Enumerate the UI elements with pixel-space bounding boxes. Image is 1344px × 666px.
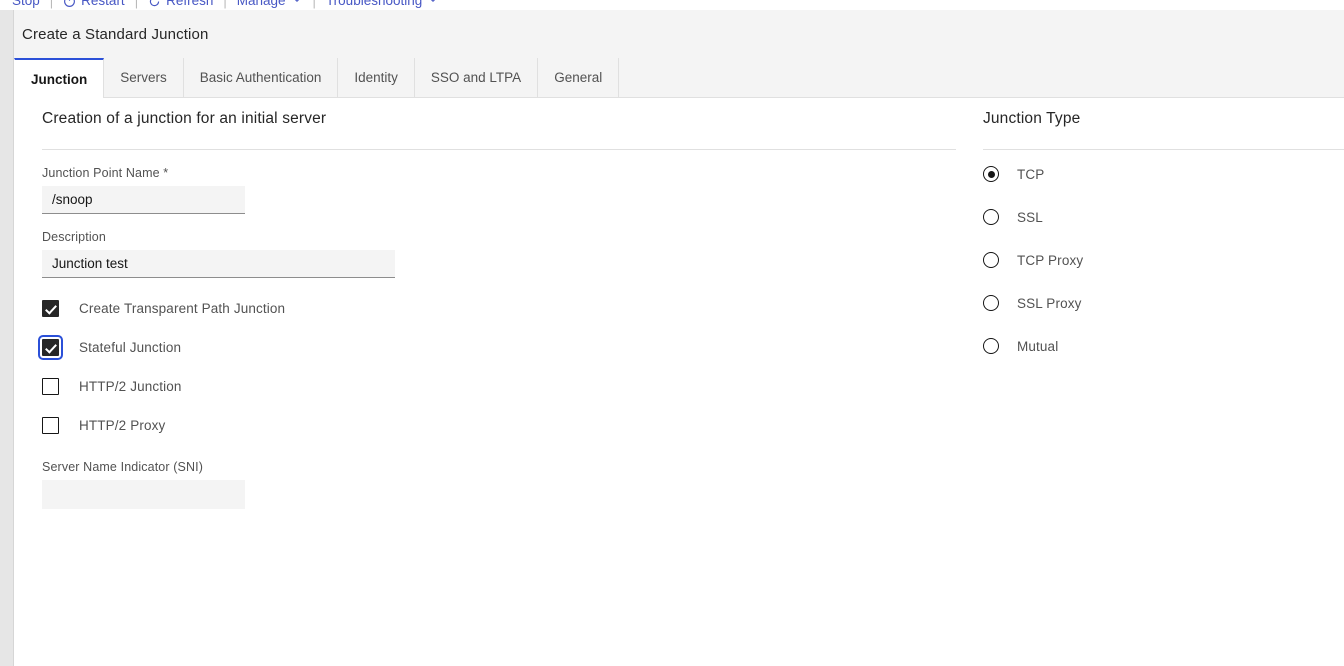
- junction-point-name-input[interactable]: [42, 186, 245, 214]
- checkbox-label: HTTP/2 Junction: [79, 379, 182, 394]
- chevron-down-icon: [291, 0, 303, 10]
- checkbox-checked-icon[interactable]: [42, 300, 59, 317]
- toolbar-item-manage[interactable]: Manage: [231, 0, 309, 10]
- toolbar-separator: |: [131, 0, 142, 9]
- description-input[interactable]: [42, 250, 395, 278]
- sni-label: Server Name Indicator (SNI): [42, 460, 956, 474]
- radio-label: SSL: [1017, 210, 1043, 225]
- left-rail: [0, 10, 14, 666]
- checkbox-http-2-junction[interactable]: HTTP/2 Junction: [42, 378, 956, 395]
- tab-basic-authentication[interactable]: Basic Authentication: [184, 58, 339, 98]
- tab-label: General: [554, 70, 602, 85]
- tab-junction[interactable]: Junction: [14, 58, 104, 98]
- left-section-title: Creation of a junction for an initial se…: [42, 98, 956, 128]
- left-section-divider: [42, 149, 956, 150]
- tab-label: Junction: [31, 72, 87, 87]
- tab-general[interactable]: General: [538, 58, 619, 98]
- tab-label: SSO and LTPA: [431, 70, 521, 85]
- radio-label: TCP: [1017, 167, 1044, 182]
- toolbar-item-refresh[interactable]: Refresh: [142, 0, 219, 10]
- toolbar-item-label: Refresh: [166, 0, 213, 10]
- radio-label: SSL Proxy: [1017, 296, 1082, 311]
- chevron-down-icon: [427, 0, 439, 10]
- radio-tcp-proxy[interactable]: TCP Proxy: [983, 252, 1344, 268]
- radio-selected-icon[interactable]: [983, 166, 999, 182]
- right-section-divider: [983, 149, 1344, 150]
- tab-sso-and-ltpa[interactable]: SSO and LTPA: [415, 58, 538, 98]
- tab-label: Basic Authentication: [200, 70, 322, 85]
- radio-label: Mutual: [1017, 339, 1058, 354]
- tab-identity[interactable]: Identity: [338, 58, 415, 98]
- checkbox-label: Stateful Junction: [79, 340, 181, 355]
- checkbox-stateful-junction[interactable]: Stateful Junction: [42, 339, 956, 356]
- toolbar-item-restart[interactable]: Restart: [57, 0, 131, 10]
- radio-ssl[interactable]: SSL: [983, 209, 1344, 225]
- page-title: Create a Standard Junction: [14, 26, 209, 43]
- top-toolbar: Stop | Restart | Refresh | Manage | Troubleshoot…: [0, 0, 1344, 10]
- window-header: Create a Standard Junction: [14, 10, 1344, 58]
- radio-unselected-icon[interactable]: [983, 295, 999, 311]
- radio-unselected-icon[interactable]: [983, 338, 999, 354]
- radio-ssl-proxy[interactable]: SSL Proxy: [983, 295, 1344, 311]
- junction-form-column: Creation of a junction for an initial se…: [42, 98, 956, 509]
- toolbar-item-label: Manage: [237, 0, 286, 10]
- content-area: Creation of a junction for an initial se…: [14, 98, 1344, 666]
- junction-point-name-label: Junction Point Name *: [42, 166, 956, 180]
- right-section-title: Junction Type: [983, 98, 1344, 128]
- radio-unselected-icon[interactable]: [983, 252, 999, 268]
- toolbar-item-stop[interactable]: Stop: [6, 0, 46, 10]
- toolbar-item-label: Stop: [12, 0, 40, 10]
- checkbox-label: HTTP/2 Proxy: [79, 418, 165, 433]
- refresh-icon: [148, 0, 161, 8]
- tab-label: Identity: [354, 70, 398, 85]
- description-label: Description: [42, 230, 956, 244]
- sni-input[interactable]: [42, 480, 245, 509]
- checkbox-http-2-proxy[interactable]: HTTP/2 Proxy: [42, 417, 956, 434]
- radio-tcp[interactable]: TCP: [983, 166, 1344, 182]
- tab-bar: Junction Servers Basic Authentication Ident…: [14, 58, 1344, 98]
- toolbar-separator: |: [46, 0, 57, 9]
- tab-label: Servers: [120, 70, 167, 85]
- toolbar-separator: |: [309, 0, 320, 9]
- tab-servers[interactable]: Servers: [104, 58, 184, 98]
- checkbox-group: Create Transparent Path Junction Stateful…: [42, 300, 956, 434]
- toolbar-separator: |: [219, 0, 230, 9]
- checkbox-checked-icon[interactable]: [42, 339, 59, 356]
- toolbar-item-label: Troubleshooting: [326, 0, 422, 10]
- junction-type-radio-group: TCP SSL TCP Proxy SSL Proxy Mutual: [983, 166, 1344, 354]
- junction-type-column: Junction Type TCP SSL TCP Proxy SSL Proxy Mu…: [983, 98, 1344, 354]
- restart-icon: [63, 0, 76, 8]
- checkbox-unchecked-icon[interactable]: [42, 378, 59, 395]
- tab-bar-filler: [619, 58, 1344, 98]
- checkbox-unchecked-icon[interactable]: [42, 417, 59, 434]
- toolbar-item-troubleshooting[interactable]: Troubleshooting: [320, 0, 445, 10]
- checkbox-label: Create Transparent Path Junction: [79, 301, 285, 316]
- radio-unselected-icon[interactable]: [983, 209, 999, 225]
- toolbar-item-label: Restart: [81, 0, 125, 10]
- radio-label: TCP Proxy: [1017, 253, 1083, 268]
- checkbox-create-transparent-path-junction[interactable]: Create Transparent Path Junction: [42, 300, 956, 317]
- application-window: Stop | Restart | Refresh | Manage | Troubleshoot…: [0, 0, 1344, 666]
- radio-mutual[interactable]: Mutual: [983, 338, 1344, 354]
